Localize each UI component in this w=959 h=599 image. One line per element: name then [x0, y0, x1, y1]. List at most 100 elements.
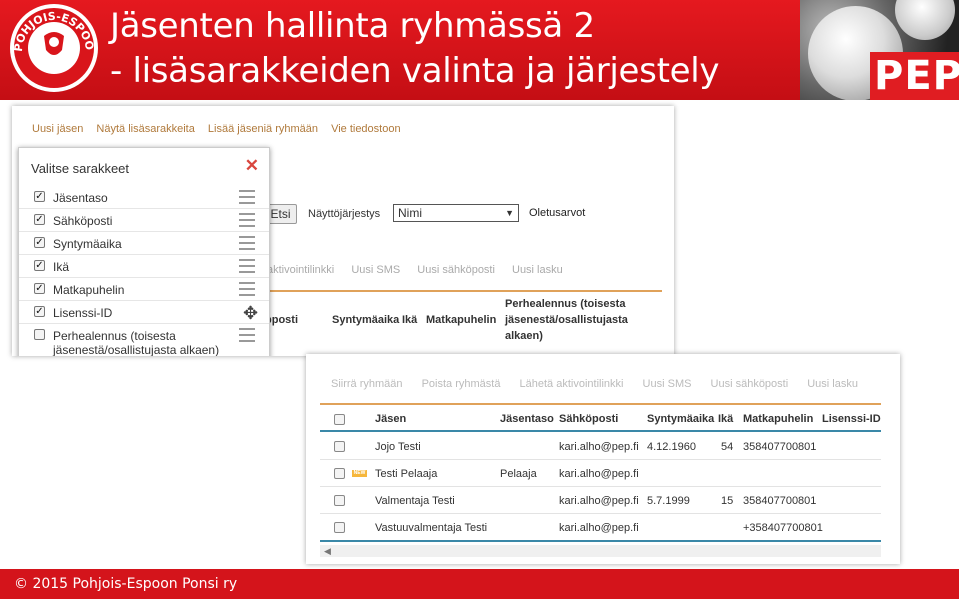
column-option-label: Jäsentaso	[53, 191, 108, 205]
column-option[interactable]: ✓ Ikä	[19, 255, 269, 278]
column-header-family-discount[interactable]: Perhealennus (toisesta jäsenestä/osallis…	[505, 296, 655, 344]
column-option-label: Ikä	[53, 260, 70, 274]
action-new-invoice[interactable]: Uusi lasku	[512, 264, 563, 276]
column-option-label: Matkapuhelin	[53, 283, 125, 297]
drag-handle-icon[interactable]	[239, 282, 255, 296]
close-icon[interactable]: ✕	[245, 156, 259, 176]
column-header-member[interactable]: Jäsen	[375, 413, 406, 425]
popup-title: Valitse sarakkeet	[31, 161, 130, 176]
drag-handle-icon[interactable]	[239, 328, 255, 342]
screenshot-column-picker: Uusi jäsen Näytä lisäsarakkeita Lisää jä…	[12, 106, 674, 356]
column-header-birthdate[interactable]: Syntymäaika	[647, 413, 714, 425]
column-header-email[interactable]: Sähköposti	[559, 413, 618, 425]
scroll-left-icon[interactable]: ◀	[324, 546, 331, 557]
sort-select[interactable]: Nimi ▼	[393, 204, 519, 222]
table-header: Jäsen Jäsentaso Sähköposti Syntymäaika I…	[320, 406, 881, 432]
column-option[interactable]: ✓ Jäsentaso	[19, 186, 269, 209]
ball-image	[895, 0, 955, 40]
table-bottom-border	[320, 540, 881, 542]
column-option-label: Sähköposti	[53, 214, 113, 228]
column-option-label: Syntymäaika	[53, 237, 122, 251]
link-export[interactable]: Vie tiedostoon	[331, 123, 401, 135]
column-option[interactable]: Perhealennus (toisesta jäsenestä/osallis…	[19, 324, 269, 356]
column-option[interactable]: ✓ Lisenssi-ID	[19, 301, 269, 324]
action-new-email[interactable]: Uusi sähköposti	[417, 264, 495, 276]
screenshot-members-table: Siirrä ryhmään Poista ryhmästä Lähetä ak…	[306, 354, 900, 564]
horizontal-scrollbar[interactable]: ◀	[320, 545, 881, 557]
drag-handle-icon[interactable]	[239, 236, 255, 250]
member-name[interactable]: Vastuuvalmentaja Testi	[375, 522, 487, 534]
member-name[interactable]: Jojo Testi	[375, 441, 421, 453]
row-checkbox[interactable]	[334, 495, 345, 506]
row-checkbox[interactable]	[334, 468, 345, 479]
action-new-sms[interactable]: Uusi SMS	[643, 378, 692, 390]
checkbox-checked-icon[interactable]: ✓	[34, 191, 45, 202]
club-logo: POHJOIS-ESPOON PONSI	[8, 2, 98, 92]
link-show-columns[interactable]: Näytä lisäsarakkeita	[96, 123, 194, 135]
member-email: kari.alho@pep.fi	[559, 441, 639, 453]
column-header-phone[interactable]: Matkapuhelin	[743, 413, 813, 425]
link-new-member[interactable]: Uusi jäsen	[32, 123, 83, 135]
footer-bar: © 2015 Pohjois-Espoon Ponsi ry	[0, 569, 959, 599]
slide-title: Jäsenten hallinta ryhmässä 2 - lisäsarak…	[110, 4, 719, 94]
member-name[interactable]: Valmentaja Testi	[375, 495, 455, 507]
divider	[267, 290, 662, 292]
row-checkbox[interactable]	[334, 441, 345, 452]
action-send-activation[interactable]: Lähetä aktivointilinkki	[520, 378, 624, 390]
column-header-level[interactable]: Jäsentaso	[500, 413, 554, 425]
table-row[interactable]: NEW Testi Pelaaja Pelaaja kari.alho@pep.…	[320, 460, 881, 487]
row-checkbox[interactable]	[334, 522, 345, 533]
table-row[interactable]: Jojo Testi kari.alho@pep.fi 4.12.1960 54…	[320, 433, 881, 460]
move-cursor-icon: ✥	[243, 303, 259, 323]
column-option[interactable]: ✓ Matkapuhelin	[19, 278, 269, 301]
checkbox-checked-icon[interactable]: ✓	[34, 214, 45, 225]
table-row[interactable]: Vastuuvalmentaja Testi kari.alho@pep.fi …	[320, 514, 881, 541]
top-links: Uusi jäsen Näytä lisäsarakkeita Lisää jä…	[32, 123, 411, 135]
action-new-sms[interactable]: Uusi SMS	[351, 264, 400, 276]
column-header-age[interactable]: Ikä	[718, 413, 733, 425]
column-header-phone[interactable]: Matkapuhelin	[426, 314, 496, 326]
column-option[interactable]: ✓ Sähköposti	[19, 209, 269, 232]
table-row[interactable]: Valmentaja Testi kari.alho@pep.fi 5.7.19…	[320, 487, 881, 514]
checkbox-checked-icon[interactable]: ✓	[34, 283, 45, 294]
copyright-text: © 2015 Pohjois-Espoon Ponsi ry	[14, 576, 238, 592]
divider	[320, 403, 881, 405]
action-remove-from-group[interactable]: Poista ryhmästä	[422, 378, 501, 390]
title-line-2: - lisäsarakkeiden valinta ja järjestely	[110, 51, 720, 91]
action-new-email[interactable]: Uusi sähköposti	[711, 378, 789, 390]
column-option-label: Lisenssi-ID	[53, 306, 113, 320]
member-level: Pelaaja	[500, 468, 537, 480]
checkbox-checked-icon[interactable]: ✓	[34, 260, 45, 271]
drag-handle-icon[interactable]	[239, 190, 255, 204]
member-email: kari.alho@pep.fi	[559, 522, 639, 534]
column-option[interactable]: ✓ Syntymäaika	[19, 232, 269, 255]
member-age: 54	[721, 441, 734, 453]
member-email: kari.alho@pep.fi	[559, 495, 639, 507]
action-move-to-group[interactable]: Siirrä ryhmään	[331, 378, 403, 390]
member-age: 15	[721, 495, 734, 507]
drag-handle-icon[interactable]	[239, 213, 255, 227]
column-header-age[interactable]: Ikä	[402, 314, 417, 326]
checkbox-unchecked-icon[interactable]	[34, 329, 45, 340]
action-activation-link[interactable]: aktivointilinkki	[267, 264, 334, 276]
action-links: Siirrä ryhmään Poista ryhmästä Lähetä ak…	[331, 378, 874, 390]
member-phone: +358407700801	[743, 522, 823, 534]
sort-value: Nimi	[398, 206, 422, 220]
checkbox-checked-icon[interactable]: ✓	[34, 237, 45, 248]
brand-image: PEP	[800, 0, 959, 100]
link-add-members[interactable]: Lisää jäseniä ryhmään	[208, 123, 318, 135]
checkbox-checked-icon[interactable]: ✓	[34, 306, 45, 317]
action-links: aktivointilinkki Uusi SMS Uusi sähköpost…	[267, 264, 577, 276]
column-header-license[interactable]: Lisenssi-ID	[822, 413, 881, 425]
title-line-1: Jäsenten hallinta ryhmässä 2	[110, 6, 595, 46]
select-all-checkbox[interactable]	[334, 414, 345, 425]
column-picker-popup: Valitse sarakkeet ✕ ✓ Jäsentaso ✓ Sähköp…	[18, 147, 270, 356]
drag-handle-icon[interactable]	[239, 259, 255, 273]
column-header-birthdate[interactable]: Syntymäaika	[332, 314, 399, 326]
defaults-link[interactable]: Oletusarvot	[529, 207, 585, 219]
dropdown-arrow-icon: ▼	[505, 208, 514, 218]
member-phone: 358407700801	[743, 441, 817, 453]
member-name[interactable]: Testi Pelaaja	[375, 468, 437, 480]
member-birthdate: 4.12.1960	[647, 441, 696, 453]
action-new-invoice[interactable]: Uusi lasku	[807, 378, 858, 390]
